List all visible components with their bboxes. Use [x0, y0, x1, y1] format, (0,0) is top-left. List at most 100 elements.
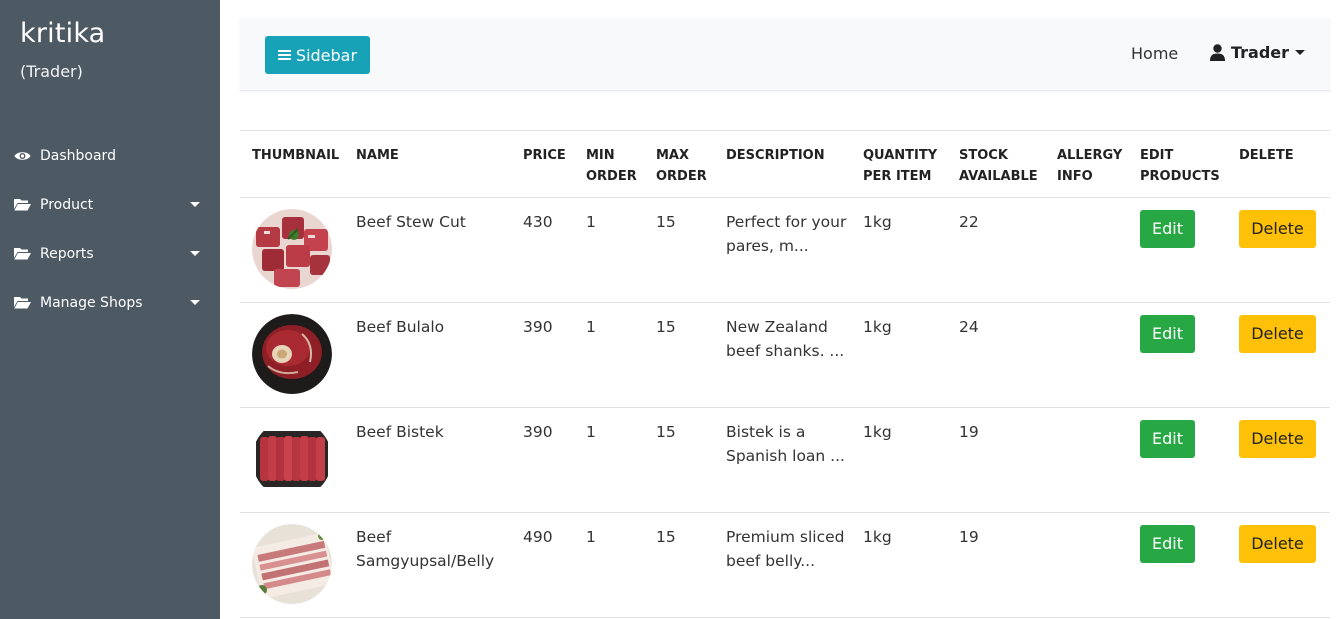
product-name: Beef Bistek [344, 407, 511, 513]
column-header-allergy: ALLERGY INFO [1045, 130, 1128, 198]
delete-cell: Delete [1227, 512, 1330, 618]
delete-button[interactable]: Delete [1239, 525, 1316, 563]
sidebar-item-label: Product [40, 196, 94, 213]
product-description: Premium sliced beef belly... [714, 512, 851, 618]
product-allergy [1045, 512, 1128, 618]
edit-cell: Edit [1128, 197, 1227, 303]
product-name: Beef Samgyupsal/Belly [344, 512, 511, 618]
product-description: Perfect for your pares, m... [714, 197, 851, 303]
sidebar-item-label: Manage Shops [40, 294, 143, 311]
sidebar-item-product[interactable]: Product [0, 180, 220, 229]
brand-name: kritika [20, 18, 106, 49]
edit-button[interactable]: Edit [1140, 525, 1195, 563]
sidebar-item-label: Dashboard [40, 147, 116, 164]
home-link[interactable]: Home [1131, 44, 1178, 63]
thumbnail-cell [240, 407, 344, 513]
sidebar-toggle-button[interactable]: Sidebar [265, 36, 370, 74]
sidebar: kritika (Trader) Dashboard Product Repor… [0, 0, 220, 619]
product-quantity: 1kg [851, 197, 947, 303]
edit-cell: Edit [1128, 302, 1227, 408]
product-quantity: 1kg [851, 407, 947, 513]
product-stock: 19 [947, 407, 1045, 513]
product-min-order: 1 [574, 302, 644, 408]
product-quantity: 1kg [851, 512, 947, 618]
thumbnail-cell [240, 512, 344, 618]
product-quantity: 1kg [851, 302, 947, 408]
product-allergy [1045, 407, 1128, 513]
sidebar-item-dashboard[interactable]: Dashboard [0, 131, 220, 180]
product-price: 390 [511, 407, 574, 513]
delete-cell: Delete [1227, 197, 1330, 303]
eye-icon [14, 149, 32, 163]
column-header-stock: STOCK AVAILABLE [947, 130, 1045, 198]
sidebar-toggle-label: Sidebar [295, 45, 358, 65]
edit-cell: Edit [1128, 407, 1227, 513]
products-table-wrapper: THUMBNAIL NAME PRICE MIN ORDER MAX ORDER D… [240, 130, 1330, 618]
user-dropdown-label: Trader [1231, 43, 1290, 62]
product-name: Beef Stew Cut [344, 197, 511, 303]
column-header-min-order: MIN ORDER [574, 130, 644, 198]
column-header-quantity: QUANTITY PER ITEM [851, 130, 947, 198]
folder-open-icon [14, 198, 32, 212]
product-max-order: 15 [644, 512, 714, 618]
product-thumbnail-beef-belly [252, 524, 332, 604]
product-stock: 22 [947, 197, 1045, 303]
caret-down-icon [190, 202, 200, 207]
column-header-thumbnail: THUMBNAIL [240, 130, 344, 198]
folder-open-icon [14, 247, 32, 261]
product-stock: 19 [947, 512, 1045, 618]
product-thumbnail-beef-bulalo [252, 314, 332, 394]
table-row: Beef Samgyupsal/Belly 490 1 15 Premium s… [240, 512, 1330, 618]
product-min-order: 1 [574, 407, 644, 513]
product-thumbnail-beef-stew [252, 209, 332, 289]
user-dropdown[interactable]: Trader [1210, 43, 1306, 62]
table-row: Beef Stew Cut 430 1 15 Perfect for your … [240, 197, 1330, 303]
product-max-order: 15 [644, 197, 714, 303]
edit-button[interactable]: Edit [1140, 210, 1195, 248]
table-row: Beef Bulalo 390 1 15 New Zealand beef sh… [240, 302, 1330, 408]
caret-down-icon [190, 300, 200, 305]
column-header-description: DESCRIPTION [714, 130, 851, 198]
delete-button[interactable]: Delete [1239, 315, 1316, 353]
product-price: 390 [511, 302, 574, 408]
top-navbar: Sidebar Home Trader [240, 18, 1330, 91]
edit-button[interactable]: Edit [1140, 420, 1195, 458]
product-description: Bistek is a Spanish loan ... [714, 407, 851, 513]
sidebar-item-label: Reports [40, 245, 94, 262]
column-header-max-order: MAX ORDER [644, 130, 714, 198]
product-description: New Zealand beef shanks. ... [714, 302, 851, 408]
product-allergy [1045, 302, 1128, 408]
column-header-edit: EDIT PRODUCTS [1128, 130, 1227, 198]
product-name: Beef Bulalo [344, 302, 511, 408]
product-max-order: 15 [644, 407, 714, 513]
delete-button[interactable]: Delete [1239, 210, 1316, 248]
product-thumbnail-beef-bistek [252, 419, 332, 499]
thumbnail-cell [240, 302, 344, 408]
delete-cell: Delete [1227, 302, 1330, 408]
edit-button[interactable]: Edit [1140, 315, 1195, 353]
product-allergy [1045, 197, 1128, 303]
products-table: THUMBNAIL NAME PRICE MIN ORDER MAX ORDER D… [240, 130, 1330, 618]
hamburger-icon [277, 48, 291, 62]
product-min-order: 1 [574, 512, 644, 618]
product-max-order: 15 [644, 302, 714, 408]
thumbnail-cell [240, 197, 344, 303]
column-header-price: PRICE [511, 130, 574, 198]
edit-cell: Edit [1128, 512, 1227, 618]
column-header-delete: DELETE [1227, 130, 1330, 198]
product-price: 430 [511, 197, 574, 303]
sidebar-item-reports[interactable]: Reports [0, 229, 220, 278]
caret-down-icon [1295, 50, 1306, 55]
sidebar-item-manage-shops[interactable]: Manage Shops [0, 278, 220, 327]
product-price: 490 [511, 512, 574, 618]
folder-open-icon [14, 296, 32, 310]
column-header-name: NAME [344, 130, 511, 198]
brand-role: (Trader) [20, 62, 83, 81]
table-header-row: THUMBNAIL NAME PRICE MIN ORDER MAX ORDER D… [240, 130, 1330, 198]
product-stock: 24 [947, 302, 1045, 408]
product-min-order: 1 [574, 197, 644, 303]
sidebar-nav: Dashboard Product Reports Manage Shops [0, 131, 220, 327]
delete-button[interactable]: Delete [1239, 420, 1316, 458]
table-row: Beef Bistek 390 1 15 Bistek is a Spanish… [240, 407, 1330, 513]
delete-cell: Delete [1227, 407, 1330, 513]
